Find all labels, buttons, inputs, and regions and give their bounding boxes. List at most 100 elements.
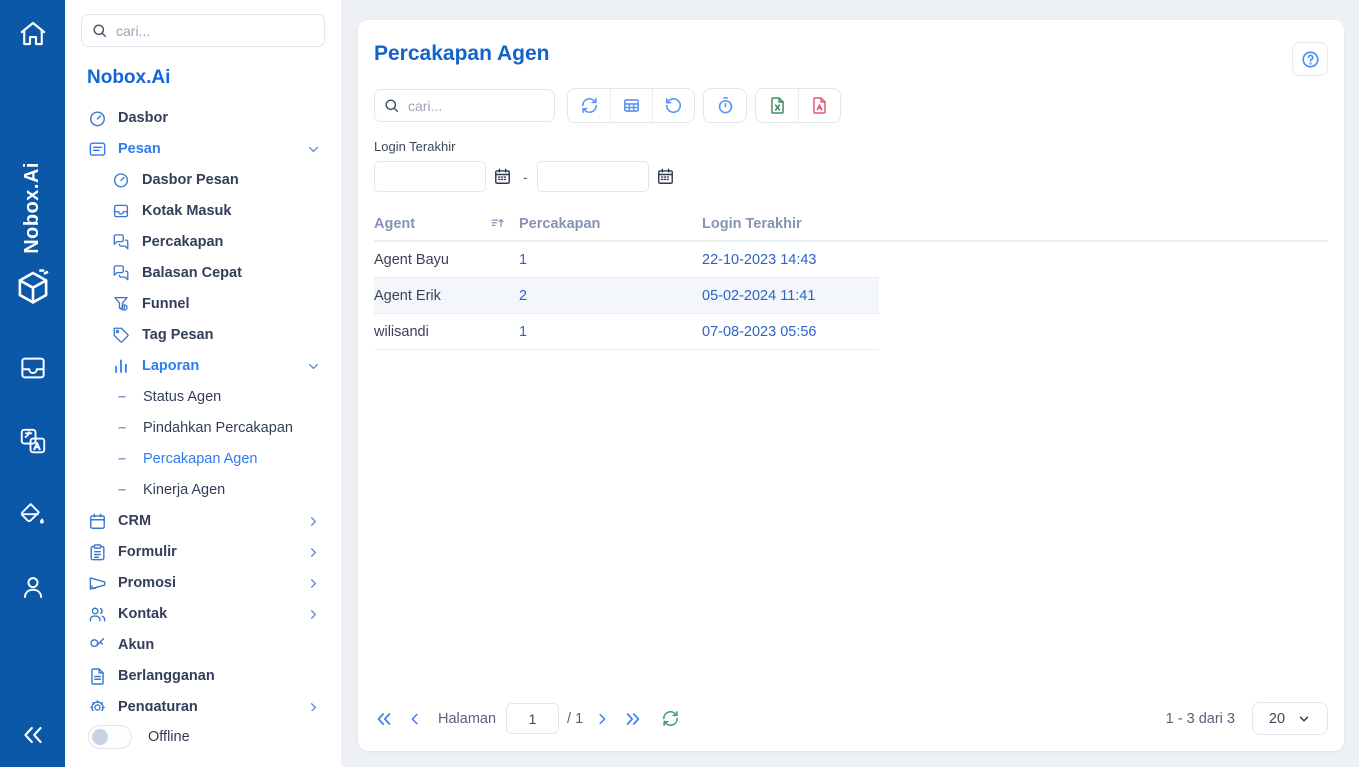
percakapan-agen-card: Percakapan Agen xyxy=(358,20,1344,751)
offline-status: Offline xyxy=(88,725,341,749)
sidebar-item-label: Laporan xyxy=(142,357,199,376)
sidebar-item-label: Dasbor xyxy=(118,109,168,128)
inbox-icon[interactable] xyxy=(13,348,53,388)
range-separator: - xyxy=(523,169,528,185)
date-to-input[interactable] xyxy=(537,161,649,192)
column-settings-button[interactable] xyxy=(610,89,652,122)
filter-label: Login Terakhir xyxy=(374,139,1328,154)
sidebar-item-label: Pindahkan Percakapan xyxy=(143,419,293,438)
result-range: 1 - 3 dari 3 xyxy=(1166,711,1235,727)
sort-icon xyxy=(490,216,505,231)
sidebar-item-label: Berlangganan xyxy=(118,667,215,686)
reload-table-button[interactable] xyxy=(661,709,680,728)
sidebar-item-label: Dasbor Pesan xyxy=(142,171,239,190)
home-icon[interactable] xyxy=(13,14,53,54)
chevron-right-icon xyxy=(306,514,321,529)
reset-button[interactable] xyxy=(652,89,694,122)
sidebar-item-label: Kotak Masuk xyxy=(142,202,231,221)
dashboard-icon xyxy=(88,109,107,128)
sidebar-item-laporan[interactable]: Laporan xyxy=(65,351,341,382)
sidebar-item-kotak-masuk[interactable]: Kotak Masuk xyxy=(65,196,341,227)
question-circle-icon xyxy=(1300,49,1321,70)
prev-page-button[interactable] xyxy=(406,710,424,728)
page-size-select[interactable]: 20 xyxy=(1252,702,1328,735)
sidebar-item-label: Kontak xyxy=(118,605,167,624)
calendar-icon[interactable] xyxy=(656,167,675,186)
table-search-input[interactable] xyxy=(374,89,555,122)
workspace-title: Nobox.Ai xyxy=(87,67,341,89)
sidebar-item-balasan-cepat[interactable]: Balasan Cepat xyxy=(65,258,341,289)
first-page-button[interactable] xyxy=(374,709,394,729)
sidebar-item-pengaturan[interactable]: Pengaturan xyxy=(65,692,341,711)
search-icon xyxy=(91,22,108,39)
user-icon[interactable] xyxy=(13,567,53,607)
agent-name: Agent Bayu xyxy=(374,252,519,268)
table-columns-icon xyxy=(622,96,641,115)
last-page-button[interactable] xyxy=(623,709,643,729)
sidebar-item-label: CRM xyxy=(118,512,151,531)
export-excel-button[interactable] xyxy=(756,89,798,122)
sidebar: Nobox.Ai Dasbor Pesan Dasbor Pesan Kotak… xyxy=(65,0,341,767)
sidebar-item-berlangganan[interactable]: Berlangganan xyxy=(65,661,341,692)
pdf-export-icon xyxy=(810,96,829,115)
column-header-agent[interactable]: Agent xyxy=(374,216,519,232)
sidebar-item-label: Pesan xyxy=(118,140,161,159)
key-icon xyxy=(88,636,107,655)
sidebar-item-dasbor[interactable]: Dasbor xyxy=(65,103,341,134)
conversation-count-link[interactable]: 1 xyxy=(519,324,527,340)
sidebar-nav: Dasbor Pesan Dasbor Pesan Kotak Masuk Pe… xyxy=(65,103,341,711)
agent-name: wilisandi xyxy=(374,324,519,340)
collapse-sidebar-icon[interactable] xyxy=(13,715,53,755)
sidebar-item-tag-pesan[interactable]: Tag Pesan xyxy=(65,320,341,351)
inbox-icon xyxy=(112,202,131,221)
sidebar-item-promosi[interactable]: Promosi xyxy=(65,568,341,599)
sidebar-item-pindahkan-percakapan[interactable]: – Pindahkan Percakapan xyxy=(65,413,341,444)
main-content: Percakapan Agen xyxy=(341,0,1359,767)
column-header-percakapan[interactable]: Percakapan xyxy=(519,216,702,232)
sidebar-item-pesan[interactable]: Pesan xyxy=(65,134,341,165)
last-login-link[interactable]: 05-02-2024 11:41 xyxy=(702,288,815,304)
sidebar-item-kontak[interactable]: Kontak xyxy=(65,599,341,630)
rotate-ccw-icon xyxy=(664,96,683,115)
sidebar-item-akun[interactable]: Akun xyxy=(65,630,341,661)
translate-icon[interactable] xyxy=(13,421,53,461)
next-page-button[interactable] xyxy=(593,710,611,728)
last-login-link[interactable]: 07-08-2023 05:56 xyxy=(702,324,817,340)
chevron-left-icon xyxy=(406,710,424,728)
sidebar-item-dasbor-pesan[interactable]: Dasbor Pesan xyxy=(65,165,341,196)
date-from-input[interactable] xyxy=(374,161,486,192)
export-pdf-button[interactable] xyxy=(798,89,840,122)
last-login-link[interactable]: 22-10-2023 14:43 xyxy=(702,252,817,268)
duration-button[interactable] xyxy=(704,89,746,122)
conversation-count-link[interactable]: 2 xyxy=(519,288,527,304)
page-number-input[interactable] xyxy=(506,703,559,734)
clipboard-icon xyxy=(88,543,107,562)
conversation-count-link[interactable]: 1 xyxy=(519,252,527,268)
sidebar-item-funnel[interactable]: Funnel xyxy=(65,289,341,320)
sidebar-item-label: Percakapan Agen xyxy=(143,450,257,469)
sidebar-item-crm[interactable]: CRM xyxy=(65,506,341,537)
table-toolbar xyxy=(374,88,1328,123)
column-header-login-terakhir[interactable]: Login Terakhir xyxy=(702,216,879,232)
help-button[interactable] xyxy=(1292,42,1328,76)
excel-export-icon xyxy=(768,96,787,115)
table-row: wilisandi 1 07-08-2023 05:56 xyxy=(374,314,879,350)
sidebar-item-percakapan-agen[interactable]: – Percakapan Agen xyxy=(65,444,341,475)
sidebar-item-percakapan[interactable]: Percakapan xyxy=(65,227,341,258)
chevron-right-icon xyxy=(306,545,321,560)
sidebar-item-status-agen[interactable]: – Status Agen xyxy=(65,382,341,413)
refresh-button[interactable] xyxy=(568,89,610,122)
sidebar-item-label: Pengaturan xyxy=(118,698,198,711)
dash-bullet: – xyxy=(118,419,132,438)
paint-bucket-icon[interactable] xyxy=(13,494,53,534)
double-chevron-right-icon xyxy=(623,709,643,729)
sidebar-item-formulir[interactable]: Formulir xyxy=(65,537,341,568)
calendar-icon[interactable] xyxy=(493,167,512,186)
dash-bullet: – xyxy=(118,450,132,469)
chevron-down-icon xyxy=(1297,712,1311,726)
brand-cube-logo[interactable] xyxy=(12,266,54,308)
sidebar-search-input[interactable] xyxy=(81,14,325,47)
sidebar-item-kinerja-agen[interactable]: – Kinerja Agen xyxy=(65,475,341,506)
page-size-value: 20 xyxy=(1269,711,1285,727)
offline-toggle[interactable] xyxy=(88,725,132,749)
